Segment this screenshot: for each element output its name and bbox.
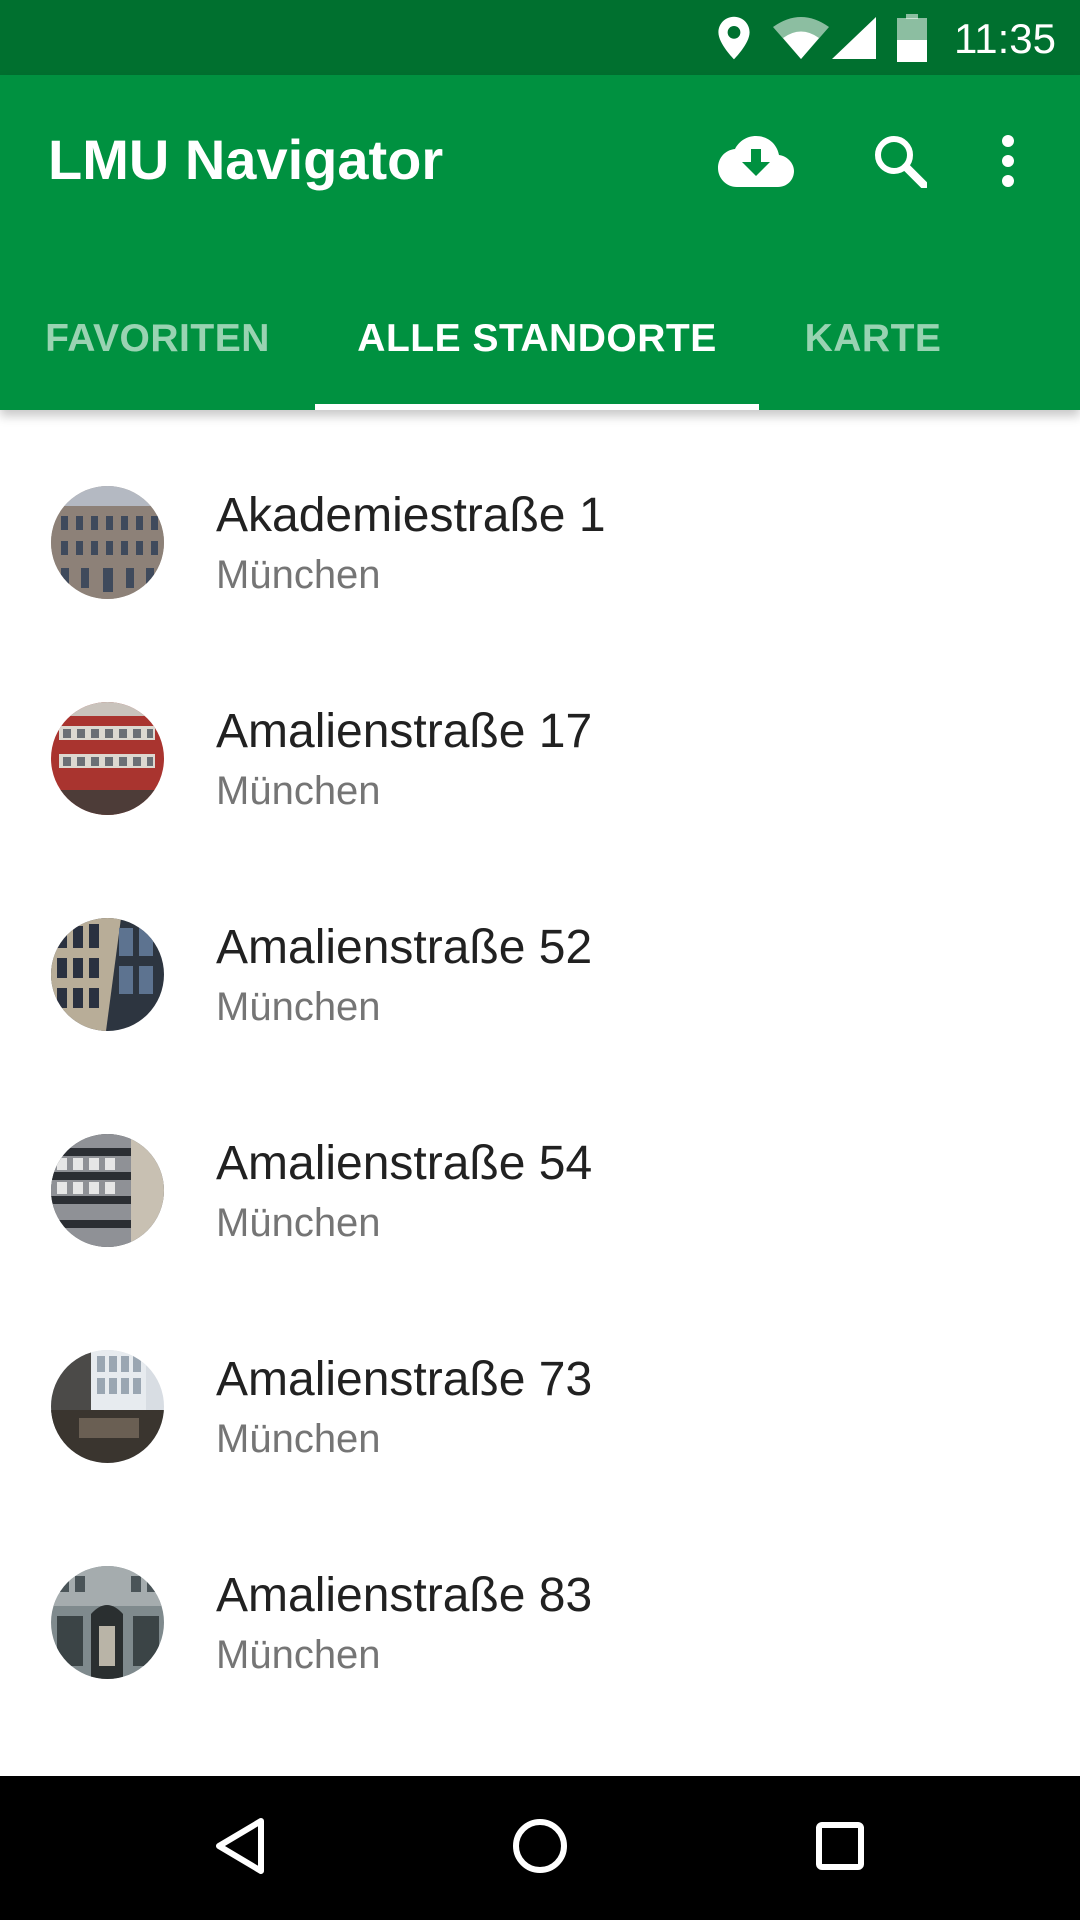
location-photo [51, 486, 164, 599]
home-icon [512, 1818, 568, 1879]
tab-bar: FAVORITEN ALLE STANDORTE KARTE [0, 275, 1080, 410]
location-icon [712, 0, 756, 75]
app-bar: LMU Navigator FAVORITEN ALLE STANDORTE K… [0, 75, 1080, 410]
location-title: Amalienstraße 54 [216, 1137, 593, 1190]
app-title: LMU Navigator [48, 128, 444, 191]
location-title: Amalienstraße 83 [216, 1569, 593, 1622]
location-title: Akademiestraße 1 [216, 489, 606, 542]
back-button[interactable] [190, 1798, 290, 1898]
more-vert-icon [1001, 134, 1015, 192]
location-photo [51, 1566, 164, 1679]
list-item[interactable]: Akademiestraße 1 München [0, 410, 1080, 626]
download-button[interactable] [708, 115, 804, 211]
location-city: München [216, 1201, 381, 1245]
wifi-icon [772, 0, 830, 75]
list-item[interactable]: Amalienstraße 73 München [0, 1274, 1080, 1490]
tab-karte[interactable]: KARTE [759, 275, 987, 410]
list-item[interactable]: Amalienstraße 52 München [0, 842, 1080, 1058]
tab-indicator [315, 404, 759, 410]
search-icon [873, 134, 928, 193]
list-item[interactable]: Amalienstraße 54 München [0, 1058, 1080, 1274]
battery-icon [896, 0, 928, 75]
location-photo [51, 918, 164, 1031]
recents-button[interactable] [790, 1798, 890, 1898]
location-title: Amalienstraße 52 [216, 921, 593, 974]
location-city: München [216, 985, 381, 1029]
location-city: München [216, 553, 381, 597]
more-options-button[interactable] [960, 115, 1056, 211]
status-time: 11:35 [954, 15, 1056, 62]
back-icon [213, 1817, 267, 1880]
home-button[interactable] [490, 1798, 590, 1898]
location-city: München [216, 769, 381, 813]
location-city: München [216, 1633, 381, 1677]
search-button[interactable] [852, 115, 948, 211]
tab-alle-standorte[interactable]: ALLE STANDORTE [315, 275, 759, 410]
navigation-bar [0, 1776, 1080, 1920]
list-item[interactable]: Amalienstraße 83 München [0, 1490, 1080, 1706]
cell-signal-icon [832, 0, 876, 75]
location-title: Amalienstraße 73 [216, 1353, 593, 1406]
location-city: München [216, 1417, 381, 1461]
location-photo [51, 702, 164, 815]
recents-icon [815, 1821, 865, 1876]
screen: 11:35 LMU Navigator FAVORITEN ALLE STAND… [0, 0, 1080, 1920]
cloud-download-icon [718, 135, 794, 192]
location-photo [51, 1134, 164, 1247]
location-photo [51, 1350, 164, 1463]
list-item[interactable]: Amalienstraße 17 München [0, 626, 1080, 842]
tab-favoriten[interactable]: FAVORITEN [0, 275, 315, 410]
location-title: Amalienstraße 17 [216, 705, 593, 758]
status-bar: 11:35 [0, 0, 1080, 75]
location-list: Akademiestraße 1 München Amalienstraße 1… [0, 410, 1080, 1706]
